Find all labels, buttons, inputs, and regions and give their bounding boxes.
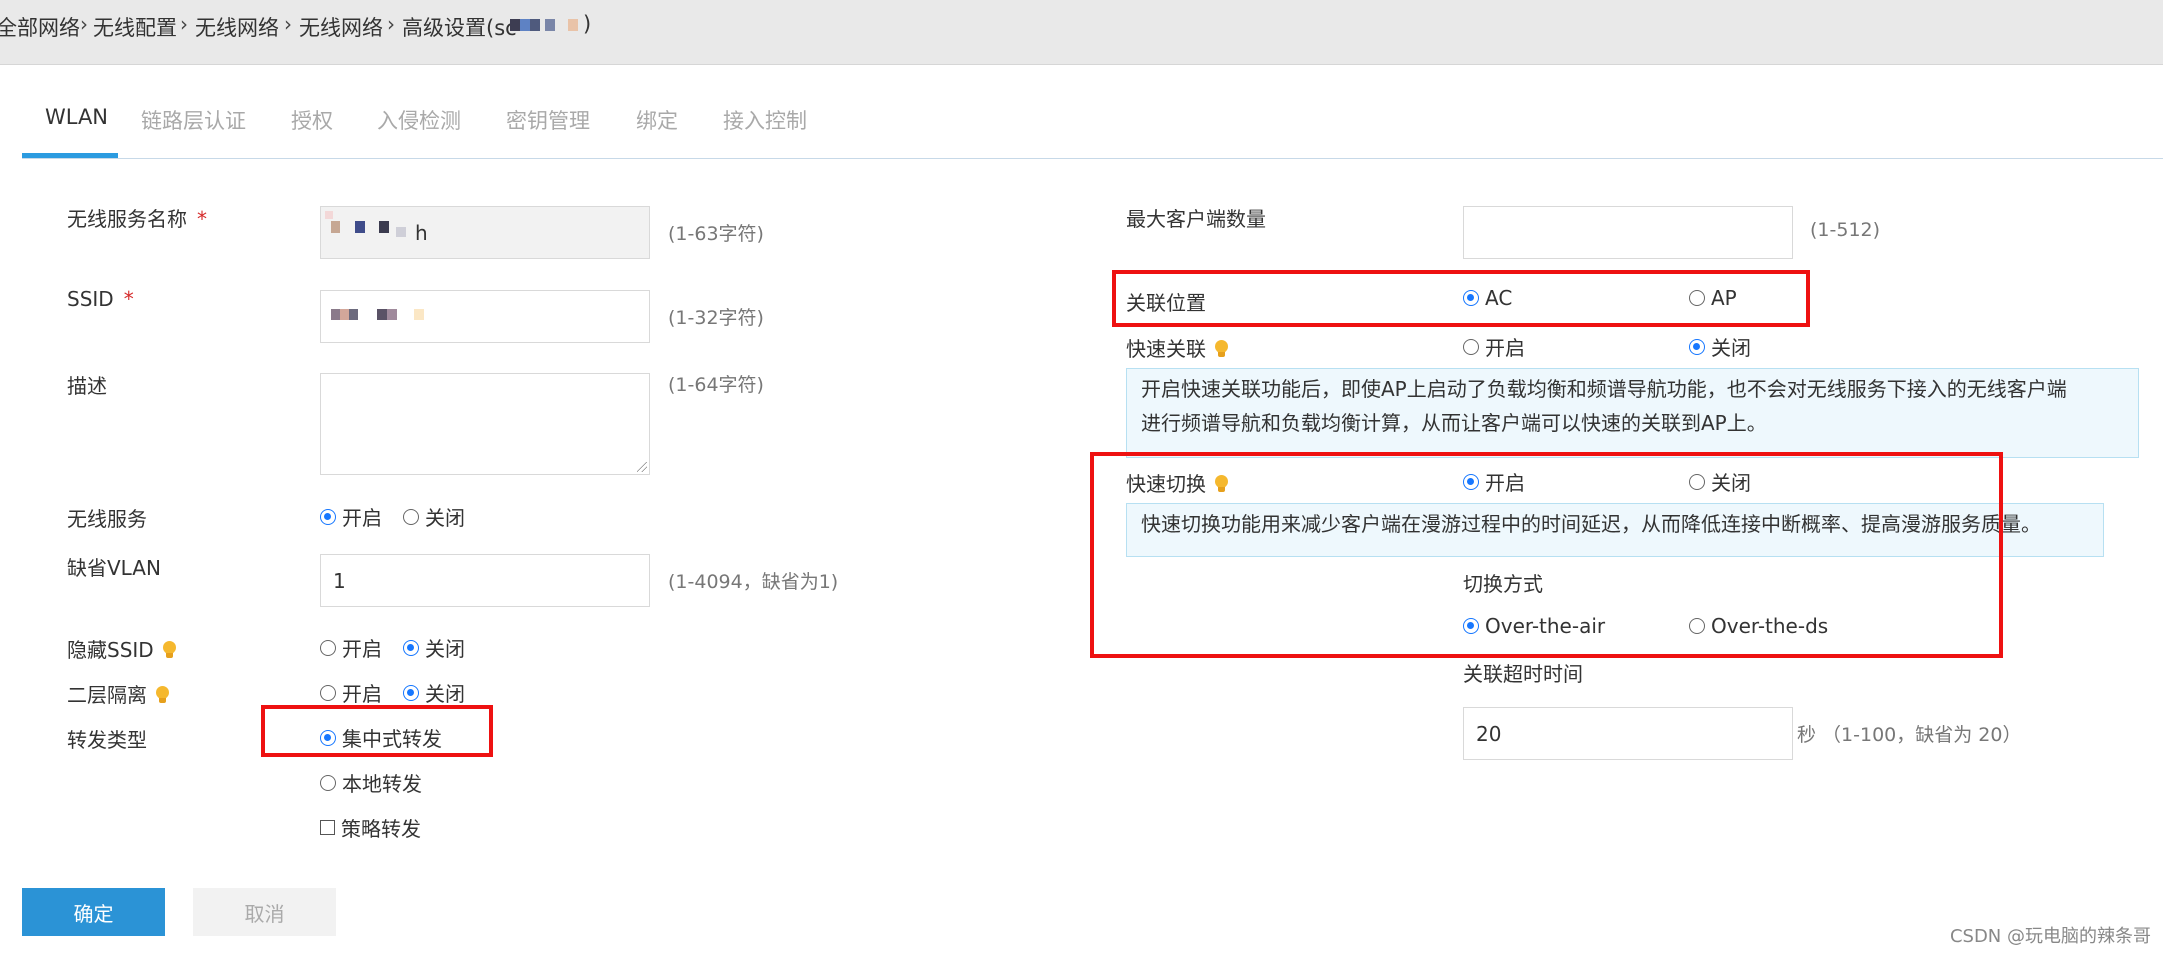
l2-isolation-off-radio[interactable]: 关闭 bbox=[403, 678, 465, 707]
radio-checked-icon bbox=[403, 639, 419, 656]
forward-local-radio[interactable]: 本地转发 bbox=[320, 768, 422, 797]
radio-checked-icon bbox=[1689, 338, 1705, 355]
redacted-block bbox=[379, 221, 389, 233]
default-vlan-hint: (1-4094，缺省为1) bbox=[668, 571, 839, 593]
redacted-block bbox=[331, 221, 340, 233]
service-name-input[interactable]: h bbox=[320, 206, 650, 259]
breadcrumb-item-wireless-config[interactable]: 无线配置 bbox=[93, 12, 177, 42]
redacted-block bbox=[396, 227, 406, 237]
lightbulb-icon[interactable] bbox=[155, 686, 169, 704]
chevron-right-icon: › bbox=[387, 12, 395, 36]
redacted-block bbox=[325, 211, 333, 219]
breadcrumb-item-all-networks[interactable]: 全部网络 bbox=[0, 12, 80, 42]
ok-button[interactable]: 确定 bbox=[22, 888, 165, 936]
chevron-right-icon: › bbox=[180, 12, 188, 36]
redacted-block bbox=[510, 19, 520, 31]
redacted-block bbox=[387, 309, 397, 320]
default-vlan-input[interactable]: 1 bbox=[320, 554, 650, 607]
redacted-block bbox=[349, 309, 358, 320]
redacted-block bbox=[530, 19, 540, 31]
cancel-button[interactable]: 取消 bbox=[193, 888, 336, 936]
redacted-block bbox=[377, 309, 387, 320]
assoc-timeout-hint: 秒 （1-100，缺省为 20） bbox=[1797, 724, 2022, 746]
radio-unchecked-icon bbox=[320, 684, 336, 701]
assoc-timeout-input[interactable]: 20 bbox=[1463, 707, 1793, 760]
chevron-right-icon: › bbox=[284, 12, 292, 36]
assoc-timeout-label: 关联超时时间 bbox=[1463, 662, 1583, 686]
radio-checked-icon bbox=[403, 684, 419, 701]
lightbulb-icon[interactable] bbox=[162, 641, 176, 659]
radio-unchecked-icon bbox=[1463, 338, 1479, 355]
highlight-box-assoc-location bbox=[1112, 270, 1810, 327]
fast-assoc-info-box: 开启快速关联功能后，即使AP上启动了负载均衡和频谱导航功能，也不会对无线服务下接… bbox=[1126, 368, 2139, 458]
forward-policy-checkbox[interactable]: 策略转发 bbox=[320, 813, 421, 842]
redacted-block bbox=[545, 19, 555, 31]
redacted-block bbox=[568, 19, 578, 31]
tab-access-control[interactable]: 接入控制 bbox=[723, 105, 807, 135]
breadcrumb-item-wireless-network-2[interactable]: 无线网络 bbox=[299, 12, 383, 42]
fast-assoc-on-radio[interactable]: 开启 bbox=[1463, 332, 1525, 361]
ssid-input[interactable] bbox=[320, 290, 650, 343]
wireless-service-on-radio[interactable]: 开启 bbox=[320, 502, 382, 531]
l2-isolation-label: 二层隔离 bbox=[67, 679, 169, 708]
redacted-block bbox=[355, 221, 365, 233]
max-clients-label: 最大客户端数量 bbox=[1126, 207, 1266, 231]
tab-wlan[interactable]: WLAN bbox=[45, 105, 108, 129]
info-text-line: 开启快速关联功能后，即使AP上启动了负载均衡和频谱导航功能，也不会对无线服务下接… bbox=[1141, 377, 2067, 401]
hide-ssid-on-radio[interactable]: 开启 bbox=[320, 633, 382, 662]
wireless-service-label: 无线服务 bbox=[67, 507, 147, 531]
tab-binding[interactable]: 绑定 bbox=[636, 105, 678, 135]
tab-key-management[interactable]: 密钥管理 bbox=[506, 105, 590, 135]
l2-isolation-on-radio[interactable]: 开启 bbox=[320, 678, 382, 707]
highlight-box-fast-roam bbox=[1090, 452, 2003, 658]
radio-unchecked-icon bbox=[403, 508, 419, 525]
description-hint: (1-64字符) bbox=[668, 374, 764, 396]
hide-ssid-off-radio[interactable]: 关闭 bbox=[403, 633, 465, 662]
ssid-hint: (1-32字符) bbox=[668, 307, 764, 329]
info-text-line: 进行频谱导航和负载均衡计算，从而让客户端可以快速的关联到AP上。 bbox=[1141, 411, 1767, 435]
chevron-right-icon: › bbox=[80, 12, 88, 36]
breadcrumb-item-advanced: 高级设置(sc bbox=[402, 16, 517, 40]
tab-divider bbox=[22, 158, 2163, 159]
highlight-box-forward-type bbox=[261, 705, 493, 757]
radio-unchecked-icon bbox=[320, 639, 336, 656]
description-textarea[interactable] bbox=[320, 373, 650, 475]
radio-unchecked-icon bbox=[320, 774, 336, 791]
forward-type-label: 转发类型 bbox=[67, 728, 147, 752]
tab-authorization[interactable]: 授权 bbox=[291, 105, 333, 135]
lightbulb-icon[interactable] bbox=[1214, 340, 1228, 358]
hide-ssid-label: 隐藏SSID bbox=[67, 634, 176, 663]
redacted-block bbox=[340, 309, 349, 320]
tab-intrusion-detection[interactable]: 入侵检测 bbox=[377, 105, 461, 135]
required-mark: * bbox=[123, 287, 134, 311]
redacted-block bbox=[520, 19, 530, 31]
breadcrumb: 全部网络 › 无线配置 › 无线网络 › 无线网络 › 高级设置(sc ) bbox=[0, 0, 2163, 65]
radio-checked-icon bbox=[320, 508, 336, 525]
max-clients-input[interactable] bbox=[1463, 206, 1793, 259]
service-name-hint: (1-63字符) bbox=[668, 223, 764, 245]
required-mark: * bbox=[197, 207, 207, 231]
default-vlan-label: 缺省VLAN bbox=[67, 556, 161, 580]
redacted-block bbox=[331, 309, 340, 320]
fast-assoc-off-radio[interactable]: 关闭 bbox=[1689, 332, 1751, 361]
ssid-label: SSID * bbox=[67, 287, 134, 311]
resize-grip-icon[interactable] bbox=[637, 462, 647, 472]
fast-assoc-label: 快速关联 bbox=[1126, 333, 1228, 362]
watermark: CSDN @玩电脑的辣条哥 bbox=[1949, 926, 2151, 947]
redacted-block bbox=[414, 309, 424, 320]
max-clients-hint: (1-512) bbox=[1810, 219, 1881, 241]
breadcrumb-tail: ) bbox=[583, 12, 592, 36]
wireless-service-off-radio[interactable]: 关闭 bbox=[403, 502, 465, 531]
checkbox-unchecked-icon bbox=[320, 820, 335, 835]
description-label: 描述 bbox=[67, 374, 107, 398]
breadcrumb-item-wireless-network[interactable]: 无线网络 bbox=[195, 12, 279, 42]
service-name-value: h bbox=[415, 221, 428, 245]
tab-link-auth[interactable]: 链路层认证 bbox=[141, 105, 246, 135]
service-name-label: 无线服务名称 * bbox=[67, 207, 207, 231]
